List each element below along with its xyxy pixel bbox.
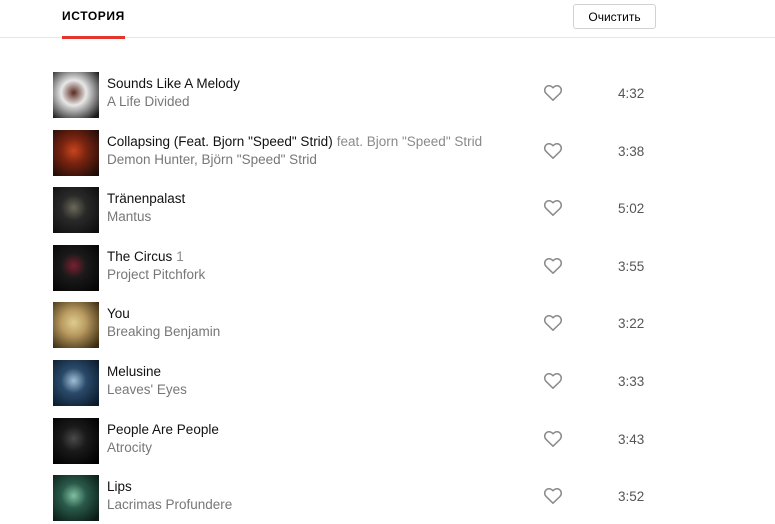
track-artist[interactable]: A Life Divided <box>107 94 190 109</box>
tab-active-indicator <box>62 36 125 39</box>
heart-icon[interactable] <box>543 199 563 217</box>
track-title[interactable]: People Are People <box>107 422 219 437</box>
track-duration: 3:33 <box>618 373 645 389</box>
track-artist[interactable]: Mantus <box>107 209 151 224</box>
page-header: ИСТОРИЯ Очистить <box>0 0 775 39</box>
track-title-line: Sounds Like A Melody <box>107 76 244 91</box>
album-cover[interactable] <box>53 359 99 406</box>
track-row[interactable]: The Circus 1 Project Pitchfork 3:55 <box>0 237 775 295</box>
track-duration: 3:22 <box>618 316 645 332</box>
track-row[interactable]: Lips Lacrimas Profundere 3:52 <box>0 467 775 524</box>
heart-icon[interactable] <box>543 430 563 448</box>
track-row[interactable]: Tränenpalast Mantus 5:02 <box>0 179 775 237</box>
track-title-line: Tränenpalast <box>107 191 189 206</box>
heart-icon[interactable] <box>543 84 563 102</box>
tab-history-label: ИСТОРИЯ <box>62 9 125 23</box>
track-duration: 3:55 <box>618 258 645 274</box>
heart-icon[interactable] <box>543 487 563 505</box>
track-version: 1 <box>176 248 184 264</box>
track-duration: 3:52 <box>618 489 645 505</box>
album-cover[interactable] <box>53 475 99 522</box>
track-title-line: The Circus 1 <box>107 249 184 264</box>
album-cover[interactable] <box>53 244 99 291</box>
album-cover[interactable] <box>53 187 99 234</box>
track-duration: 4:32 <box>618 86 645 101</box>
track-artist[interactable]: Demon Hunter, Björn "Speed" Strid <box>107 152 317 167</box>
track-artist[interactable]: Atrocity <box>107 440 152 455</box>
track-title-line: Melusine <box>107 364 165 379</box>
tab-history[interactable]: ИСТОРИЯ <box>62 0 125 39</box>
track-artist[interactable]: Leaves' Eyes <box>107 382 187 397</box>
track-title[interactable]: Melusine <box>107 364 161 379</box>
track-title[interactable]: The Circus <box>107 249 172 264</box>
track-title[interactable]: Lips <box>107 479 132 494</box>
heart-icon[interactable] <box>543 314 563 332</box>
clear-history-button[interactable]: Очистить <box>573 4 656 29</box>
track-list: Sounds Like A Melody A Life Divided 4:32… <box>0 64 775 524</box>
track-duration: 5:02 <box>618 201 645 217</box>
track-title-line: People Are People <box>107 422 223 437</box>
heart-icon[interactable] <box>543 257 563 275</box>
track-title-line: Lips <box>107 479 136 494</box>
track-title[interactable]: You <box>107 306 130 321</box>
track-duration: 3:43 <box>618 431 645 447</box>
track-row[interactable]: You Breaking Benjamin 3:22 <box>0 294 775 352</box>
track-artist[interactable]: Breaking Benjamin <box>107 324 220 339</box>
track-row[interactable]: Collapsing (Feat. Bjorn "Speed" Strid) fe… <box>0 122 775 180</box>
album-cover[interactable] <box>53 129 99 176</box>
track-title-line: Collapsing (Feat. Bjorn "Speed" Strid) fe… <box>107 134 482 149</box>
track-title[interactable]: Collapsing (Feat. Bjorn "Speed" Strid) <box>107 134 333 149</box>
track-row[interactable]: Sounds Like A Melody A Life Divided 4:32 <box>0 64 775 122</box>
track-title[interactable]: Sounds Like A Melody <box>107 76 240 91</box>
track-artist[interactable]: Lacrimas Profundere <box>107 497 232 512</box>
track-duration: 3:38 <box>618 143 645 159</box>
track-feat: feat. Bjorn "Speed" Strid <box>336 133 483 149</box>
album-cover[interactable] <box>53 417 99 464</box>
album-cover[interactable] <box>53 302 99 349</box>
track-artist[interactable]: Project Pitchfork <box>107 267 205 282</box>
heart-icon[interactable] <box>543 372 563 390</box>
heart-icon[interactable] <box>543 142 563 160</box>
track-title[interactable]: Tränenpalast <box>107 191 185 206</box>
track-row[interactable]: Melusine Leaves' Eyes 3:33 <box>0 352 775 410</box>
track-title-line: You <box>107 306 134 321</box>
track-row[interactable]: People Are People Atrocity 3:43 <box>0 410 775 468</box>
album-cover[interactable] <box>53 72 99 118</box>
